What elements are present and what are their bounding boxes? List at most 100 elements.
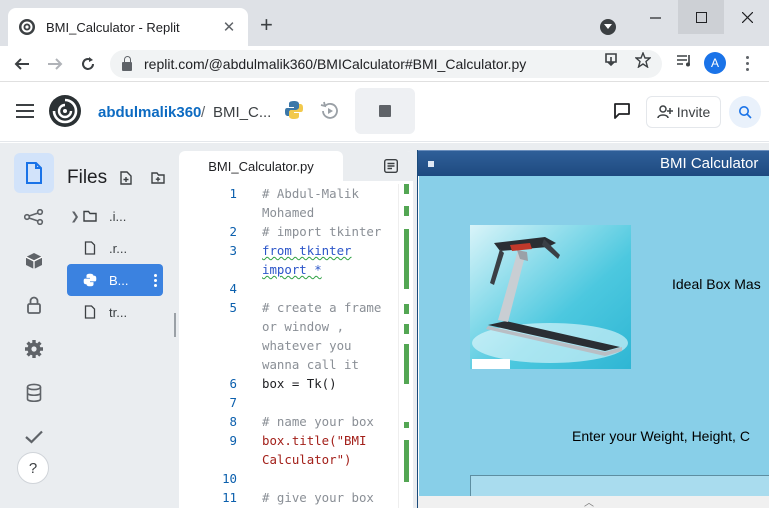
file-options-kebab-icon[interactable] [154, 273, 157, 287]
tk-prompt-label: Enter your Weight, Height, C [572, 428, 750, 444]
browser-menu-icon[interactable] [740, 52, 754, 74]
database-tool-button[interactable] [14, 373, 54, 413]
breadcrumb-separator: / [201, 104, 206, 121]
settings-tool-button[interactable] [14, 329, 54, 369]
chevron-up-icon[interactable]: ︿ [584, 494, 594, 508]
replit-header: abdulmalik360 / BMI_C... Invite [0, 82, 769, 142]
new-tab-button[interactable]: + [260, 14, 273, 36]
repl-name[interactable]: BMI_C... [213, 104, 271, 121]
back-button[interactable] [10, 52, 34, 76]
tk-window-title: BMI Calculator [660, 155, 759, 172]
panel-resize-handle[interactable] [174, 313, 176, 337]
packages-tool-button[interactable] [14, 241, 54, 281]
help-button[interactable]: ? [17, 452, 49, 484]
back-arrow-icon [14, 58, 29, 70]
file-tree-item-file[interactable]: .r... [67, 232, 163, 264]
search-icon [739, 106, 752, 119]
code-line: 9 box.title("BMI [229, 433, 367, 448]
code-line: 1 # Abdul-Malik [229, 186, 359, 201]
browser-toolbar: replit.com/@abdulmalik360/BMICalculator#… [0, 46, 769, 82]
tk-entry-field[interactable] [470, 475, 769, 496]
maximize-icon [695, 11, 707, 23]
reading-list-icon[interactable] [674, 50, 694, 70]
code-line: Calculator") [262, 452, 352, 467]
checkmark-icon [25, 430, 43, 444]
workspace: ? Files ❯ .i... .r... B... tr... BMI_Cal… [0, 143, 769, 508]
browser-tab[interactable]: BMI_Calculator - Replit ✕ [8, 8, 248, 46]
address-bar[interactable]: replit.com/@abdulmalik360/BMICalculator#… [110, 50, 662, 78]
file-tree-item-label: tr... [109, 304, 128, 320]
files-panel-title: Files [67, 167, 108, 188]
python-file-icon [83, 273, 97, 287]
code-line: 4 [229, 281, 237, 296]
secrets-tool-button[interactable] [14, 285, 54, 325]
code-line: 2 # import tkinter [229, 224, 382, 239]
git-tool-button[interactable] [14, 197, 54, 237]
file-tree-item-label: .i... [109, 208, 127, 224]
new-file-icon[interactable] [119, 171, 133, 185]
tk-window-body: Ideal Box Mas Enter your Weight, Height,… [419, 176, 769, 496]
replit-favicon-icon [19, 19, 35, 35]
code-line: 5 # create a frame [229, 300, 382, 315]
code-line: 7 [229, 395, 237, 410]
bookmark-star-icon[interactable] [633, 50, 653, 70]
tk-window-titlebar[interactable]: BMI Calculator [418, 150, 769, 176]
close-icon [741, 11, 753, 23]
invite-button[interactable]: Invite [646, 96, 721, 128]
code-line: 3 from tkinter [229, 243, 352, 258]
file-tree-item-folder[interactable]: ❯ .i... [67, 200, 163, 232]
folder-icon [83, 210, 97, 222]
history-icon[interactable] [319, 100, 341, 122]
forward-arrow-icon [48, 58, 63, 70]
gear-icon [25, 340, 43, 358]
file-tree-item-label: B... [109, 272, 129, 288]
stop-button[interactable] [355, 88, 415, 134]
browser-tab-title: BMI_Calculator - Replit [46, 19, 180, 35]
tab-search-icon[interactable] [600, 19, 616, 35]
new-folder-icon[interactable] [151, 171, 165, 185]
invite-label: Invite [676, 104, 711, 120]
files-panel: Files ❯ .i... .r... B... tr... [58, 153, 172, 499]
tk-window-bottom-bar: ︿ [418, 496, 769, 508]
unit-tests-tool-button[interactable] [14, 417, 54, 457]
code-line: whatever you [262, 338, 352, 353]
padlock-icon [27, 296, 41, 314]
editor-menu-icon[interactable] [384, 159, 398, 173]
replit-logo-icon[interactable] [48, 94, 82, 128]
owner-username-link[interactable]: abdulmalik360 [98, 104, 201, 121]
reload-icon [82, 57, 94, 70]
reload-button[interactable] [76, 52, 100, 76]
code-line: import * [262, 262, 322, 277]
profile-avatar[interactable]: A [704, 52, 726, 74]
tab-close-icon[interactable]: ✕ [220, 18, 238, 36]
code-line: 6 box = Tk() [229, 376, 337, 391]
chevron-right-icon: ❯ [70, 210, 80, 223]
files-tool-button[interactable] [14, 153, 54, 193]
maximize-button[interactable] [678, 0, 724, 34]
search-button[interactable] [729, 96, 761, 128]
install-app-icon[interactable] [601, 50, 621, 70]
minimize-button[interactable] [632, 0, 678, 34]
window-close-button[interactable] [724, 0, 769, 34]
python-language-icon[interactable] [284, 100, 304, 120]
code-line: or window , [262, 319, 345, 334]
editor-scrollbar[interactable] [398, 184, 412, 508]
code-line: 8 # name your box [229, 414, 374, 429]
version-control-icon [24, 209, 44, 225]
editor-tab-active[interactable]: BMI_Calculator.py [179, 151, 343, 181]
minimize-icon [649, 16, 661, 19]
lock-icon [122, 55, 132, 71]
tk-window-menu-icon[interactable] [428, 161, 434, 167]
chat-icon[interactable] [613, 102, 631, 120]
hamburger-menu-icon[interactable] [16, 104, 34, 118]
forward-button[interactable] [43, 52, 67, 76]
code-editor[interactable]: BMI_Calculator.py 1 # Abdul-Malik Mohamed… [179, 151, 413, 508]
file-tree-item-file[interactable]: tr... [67, 296, 163, 328]
code-lines: 1 # Abdul-Malik Mohamed 2 # import tkinter… [179, 184, 413, 507]
file-tree-item-python-selected[interactable]: B... [67, 264, 163, 296]
url-text: replit.com/@abdulmalik360/BMICalculator#… [144, 56, 527, 72]
package-cube-icon [25, 253, 43, 269]
code-line: 10 [222, 471, 237, 486]
code-line: wanna call it [262, 357, 359, 372]
file-icon [84, 305, 96, 319]
